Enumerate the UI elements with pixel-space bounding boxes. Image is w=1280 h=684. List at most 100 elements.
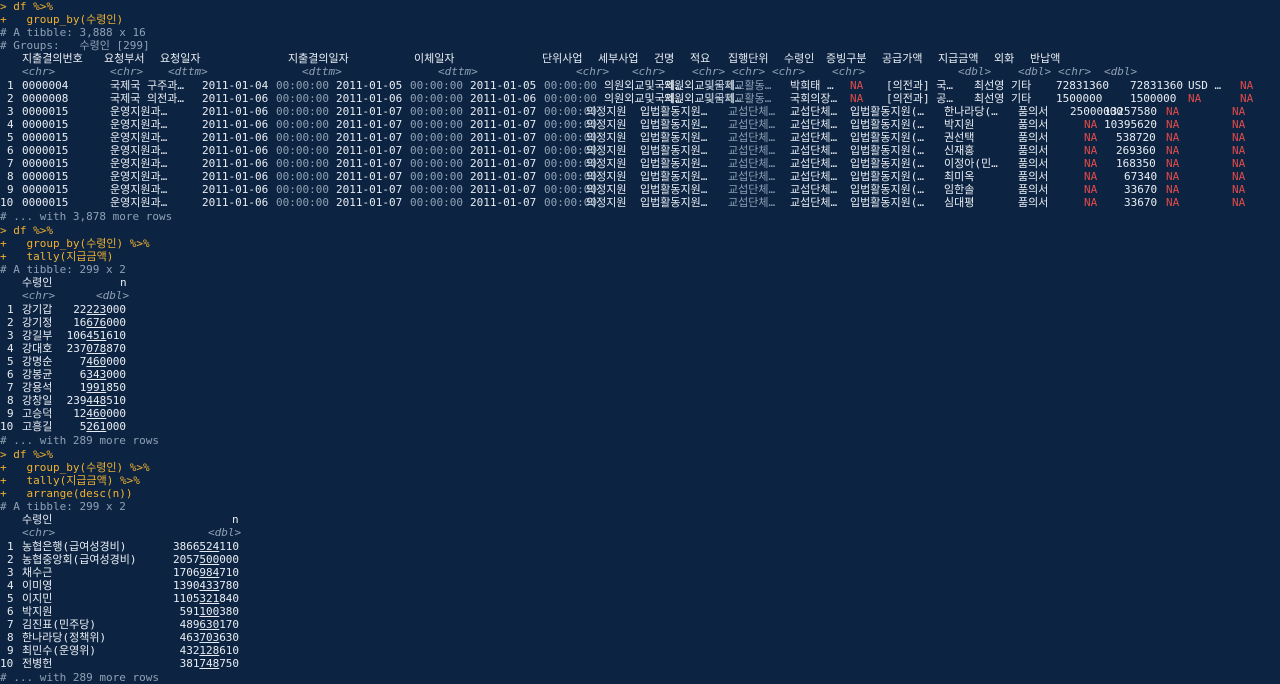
- cell-title: 교섭단체…: [728, 183, 776, 196]
- tibble-info: # A tibble: 299 x 2: [0, 500, 126, 513]
- table-row: 5 이지민 1105 321 840: [0, 592, 300, 605]
- column-type: <chr>: [22, 289, 56, 302]
- cell-return: NA: [1232, 183, 1246, 196]
- cell-time: 00:00:00: [276, 131, 329, 144]
- table-row: 6 박지원 591 100 380: [0, 605, 300, 618]
- column-header: n: [120, 276, 127, 289]
- cell-dept: 운영지원과…: [110, 144, 168, 157]
- column-header: 수령인: [22, 276, 53, 289]
- cell-amount-mid: 128: [199, 644, 220, 657]
- column-type: <dbl>: [96, 289, 130, 302]
- table-row: 8 한나라당(정책위) 463 703 630: [0, 631, 300, 644]
- cell-time: 00:00:00: [410, 105, 463, 118]
- cell-amount-prefix: 489: [179, 618, 200, 631]
- cell-memo: 교섭단체…: [790, 157, 838, 170]
- column-type: <dttm>: [438, 65, 478, 78]
- cell-fx: NA: [1166, 196, 1180, 209]
- table-row: 8 0000015 운영지원과… 2011-01-06 00:00:00 2011-01-…: [0, 170, 1280, 183]
- row-number: 9: [7, 183, 14, 196]
- table-row: 9 0000015 운영지원과… 2011-01-06 00:00:00 2011-01-…: [0, 183, 1280, 196]
- row-number: 2: [7, 553, 14, 566]
- more-rows-note: # ... with 289 more rows: [0, 434, 159, 447]
- cell-dept: 국제국 구주과…: [110, 79, 184, 92]
- cell-receiver: 채수근: [22, 566, 53, 579]
- cell-amount-mid: 984: [199, 566, 220, 579]
- row-number: 10: [0, 196, 14, 209]
- groups-info: # Groups: 수령인 [299]: [0, 39, 150, 52]
- column-header: 단위사업: [542, 52, 583, 65]
- cell-fx: NA: [1166, 144, 1180, 157]
- cell-return: NA: [1240, 92, 1254, 105]
- cell-amount-prefix: 2057: [173, 553, 200, 566]
- cell-id: 0000015: [22, 118, 69, 131]
- cell-time: 00:00:00: [410, 118, 463, 131]
- cell-date: 2011-01-05: [470, 79, 537, 92]
- cell-date: 2011-01-07: [336, 105, 403, 118]
- cell-amount-suffix: 110: [219, 540, 240, 553]
- cell-proof: 품의서: [1018, 170, 1049, 183]
- cell-amount-prefix: 591: [179, 605, 200, 618]
- cell-unit-biz: 의정지원: [586, 170, 627, 183]
- cell-receiver: 전병헌: [22, 657, 53, 670]
- column-type: <chr>: [22, 526, 56, 539]
- cell-amount-suffix: 000: [106, 316, 127, 329]
- table-row: 10 고흥길 5 261 000: [0, 420, 300, 433]
- tibble-info: # A tibble: 3,888 x 16: [0, 26, 146, 39]
- row-number: 8: [7, 170, 14, 183]
- cell-date: 2011-01-07: [336, 131, 403, 144]
- cell-unit-biz: 의정지원: [586, 118, 627, 131]
- cell-id: 0000004: [22, 79, 69, 92]
- cell-receiver: 박지원: [944, 118, 975, 131]
- cell-amount-prefix: 239: [66, 394, 87, 407]
- cell-id: 0000015: [22, 105, 69, 118]
- cell-title: 교섭단체…: [728, 105, 776, 118]
- column-header: 외화: [994, 52, 1015, 65]
- cell-supply: NA: [1084, 157, 1098, 170]
- cell-sub-biz: 입법활동지원…: [640, 170, 708, 183]
- row-number: 8: [7, 631, 14, 644]
- cell-time: 00:00:00: [410, 92, 463, 105]
- cell-payment: 33670: [1124, 196, 1158, 209]
- cell-payment: 168350: [1116, 157, 1156, 170]
- cell-date: 2011-01-07: [470, 170, 537, 183]
- column-type: <dttm>: [168, 65, 208, 78]
- cell-receiver: 강대호: [22, 342, 53, 355]
- cell-receiver: 임한솔: [944, 183, 975, 196]
- cell-receiver: 박지원: [22, 605, 53, 618]
- cell-proof: 품의서: [1018, 144, 1049, 157]
- cell-exec-unit: 입법활동지원(…: [850, 131, 924, 144]
- cell-proof: 최선영 기타: [974, 79, 1032, 92]
- table-row: 10 전병헌 381 748 750: [0, 657, 300, 670]
- cell-exec-unit: 입법활동지원(…: [850, 144, 924, 157]
- r-console[interactable]: > df %>% + group_by(수령인) # A tibble: 3,8…: [0, 0, 1280, 684]
- command-line: + group_by(수령인) %>%: [0, 461, 150, 474]
- cell-amount-suffix: 710: [219, 566, 240, 579]
- cell-return: NA: [1232, 118, 1246, 131]
- cell-unit-biz: 의정지원: [586, 105, 627, 118]
- cell-proof: 품의서: [1018, 105, 1049, 118]
- cell-memo: 교섭단체…: [790, 170, 838, 183]
- cell-amount-mid: 078: [86, 342, 107, 355]
- cell-return: NA: [1240, 79, 1254, 92]
- cell-amount-mid: 460: [86, 407, 107, 420]
- cell-date: 2011-01-06: [202, 183, 269, 196]
- command-line: + arrange(desc(n)): [0, 487, 133, 500]
- cell-proof: 최선영 기타: [974, 92, 1032, 105]
- cell-receiver: 고흥길: [22, 420, 53, 433]
- cell-time: 00:00:00: [276, 196, 329, 209]
- column-type: <chr>: [110, 65, 144, 78]
- cell-exec-unit: 입법활동지원(…: [850, 157, 924, 170]
- cell-date: 2011-01-06: [202, 144, 269, 157]
- table-row: 1 0000004 국제국 구주과… 2011-01-04 00:00:00 2011-0…: [0, 79, 1280, 92]
- cell-dept: 운영지원과…: [110, 157, 168, 170]
- cell-amount-mid: 223: [86, 303, 107, 316]
- row-number: 2: [7, 316, 14, 329]
- table-row: 5 0000015 운영지원과… 2011-01-06 00:00:00 2011-01-…: [0, 131, 1280, 144]
- cell-memo: 교섭단체…: [790, 105, 838, 118]
- cell-amount-mid: 748: [199, 657, 220, 670]
- cell-amount-prefix: 16: [73, 316, 87, 329]
- row-number: 1: [7, 79, 14, 92]
- cell-amount-mid: 261: [86, 420, 107, 433]
- cell-id: 0000015: [22, 196, 69, 209]
- cell-amount-prefix: 22: [73, 303, 87, 316]
